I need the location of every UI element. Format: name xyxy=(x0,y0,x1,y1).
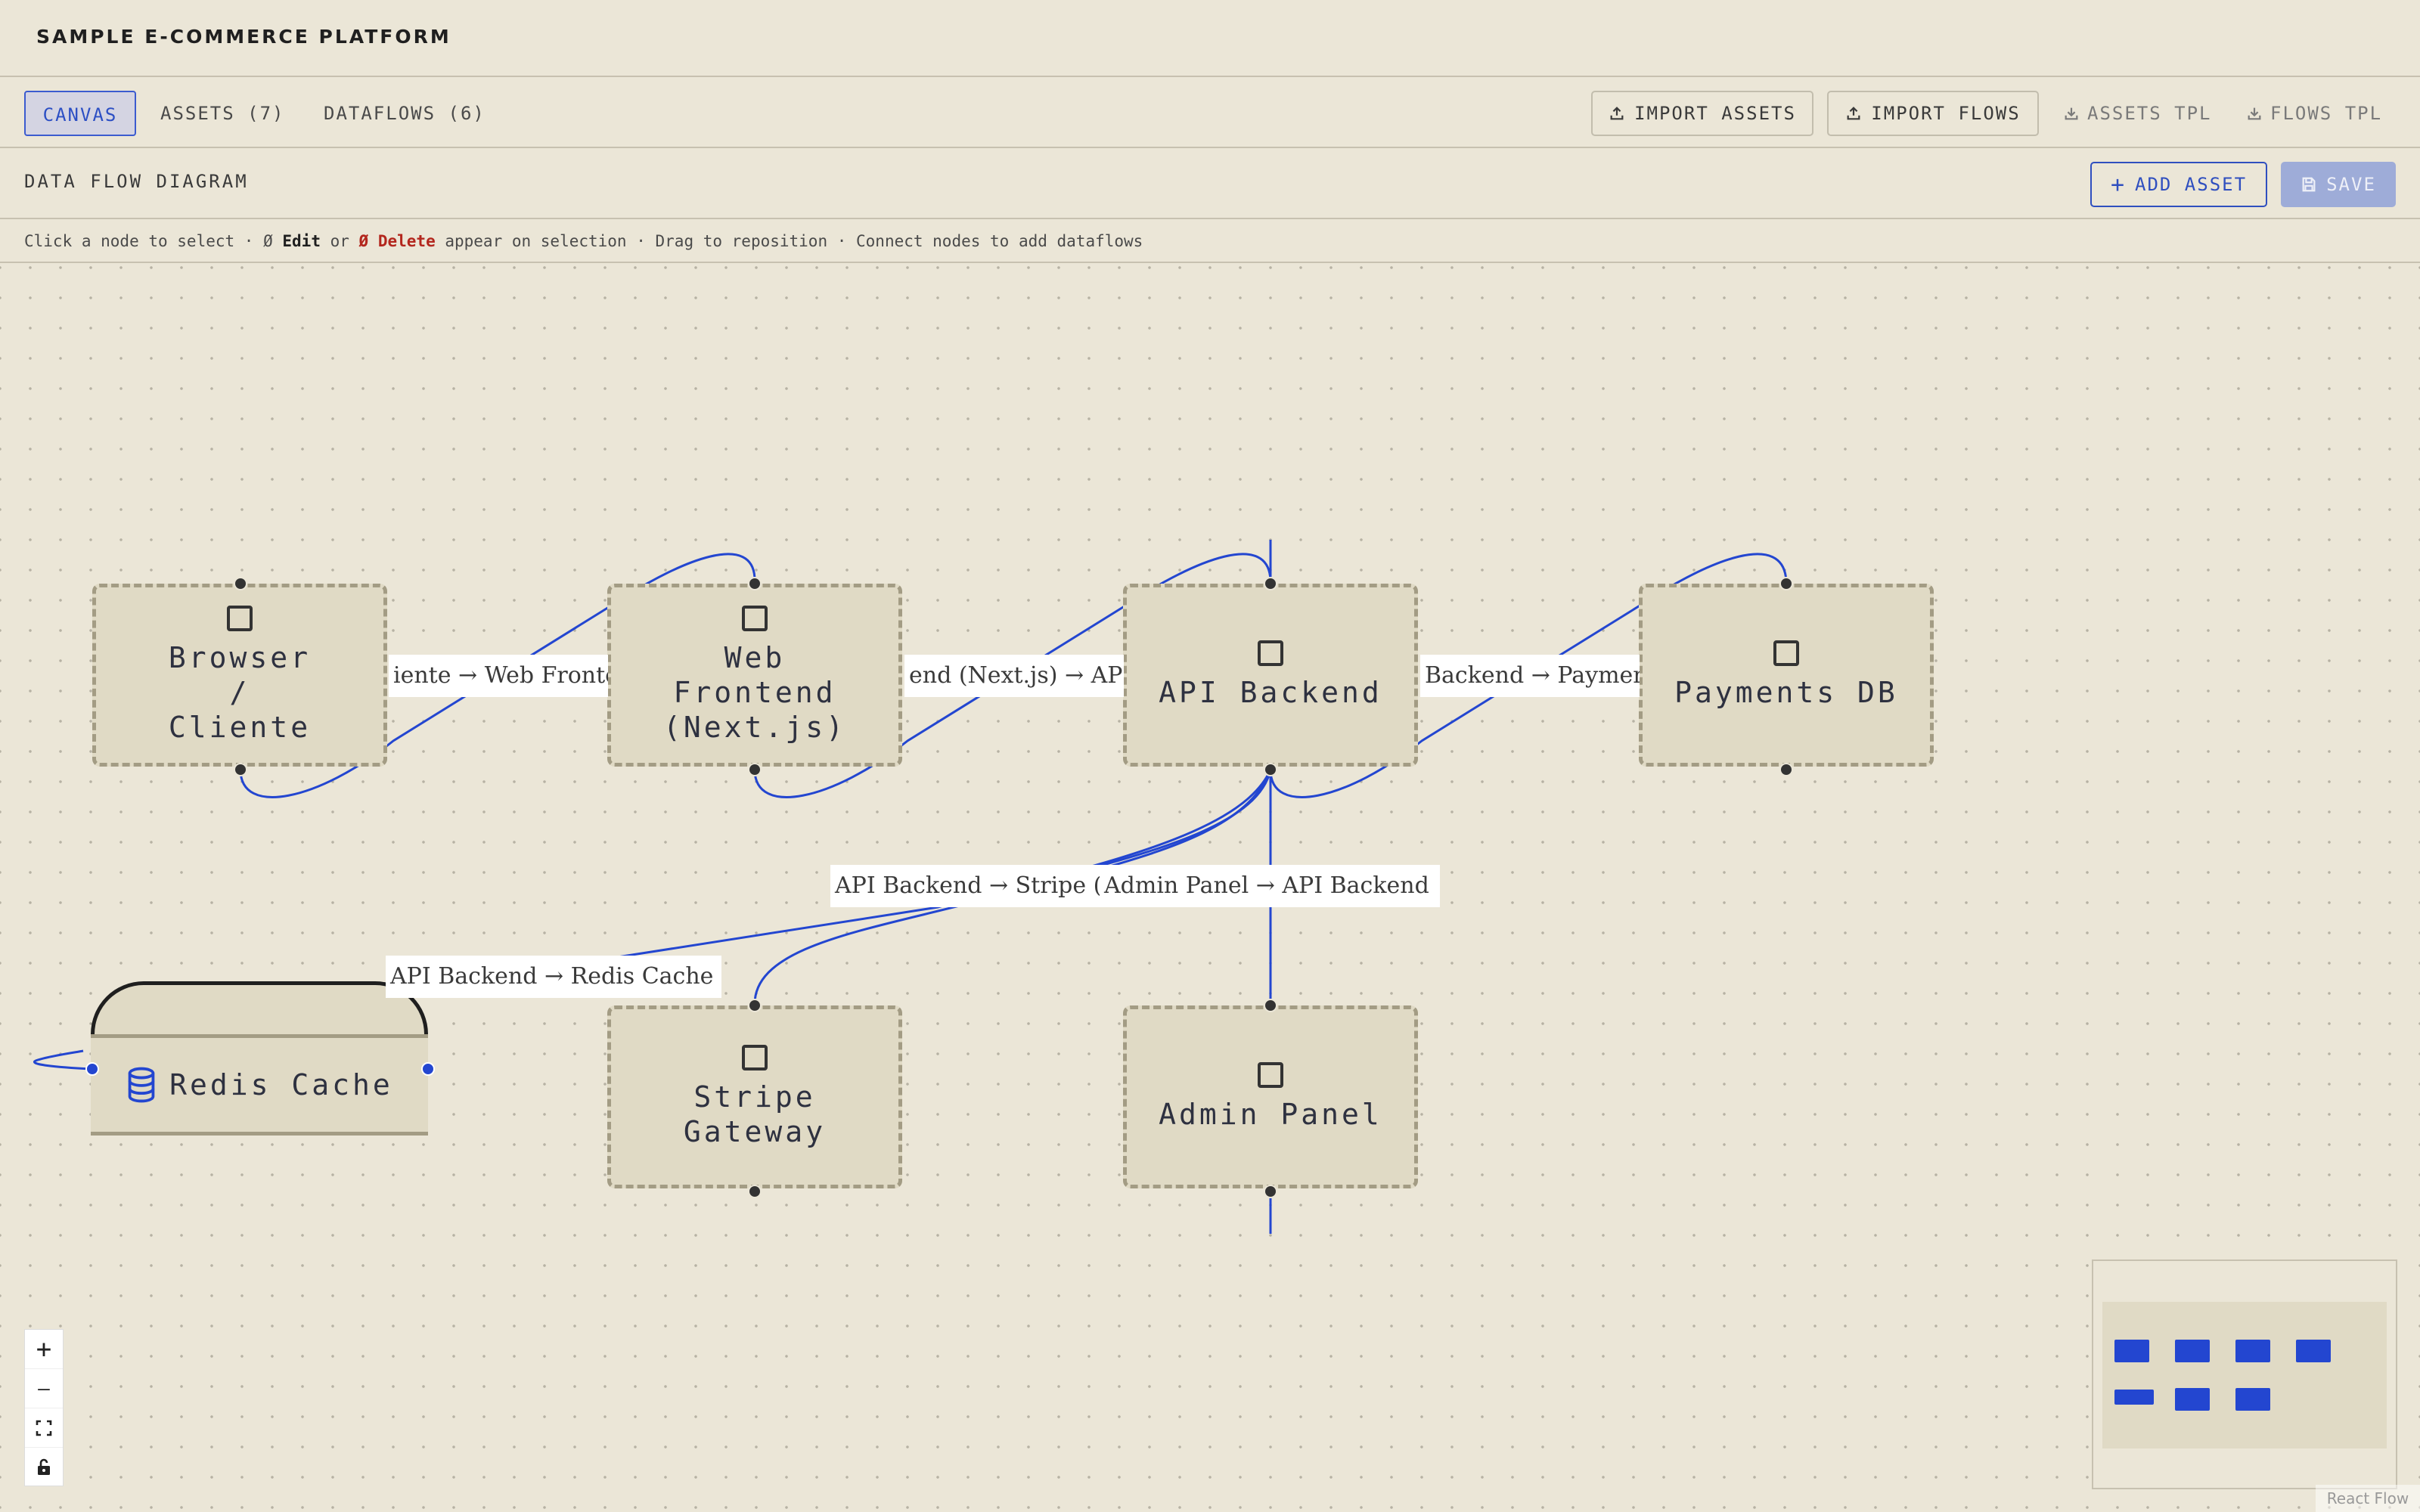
edge-label-api-redis[interactable]: API Backend → Redis Cache xyxy=(386,956,721,998)
handle-redis-right[interactable] xyxy=(421,1062,435,1076)
node-label: Admin Panel xyxy=(1159,1098,1382,1131)
hint-bar: Click a node to select · Ø Edit or Ø Del… xyxy=(0,219,2420,263)
import-flows-label: IMPORT FLOWS xyxy=(1871,103,2021,124)
handle-stripe-top[interactable] xyxy=(748,999,762,1012)
minimap-node xyxy=(2114,1340,2149,1362)
node-label: Browser / Cliente xyxy=(168,641,312,744)
square-icon xyxy=(1258,640,1283,666)
handle-web-top[interactable] xyxy=(748,577,762,590)
lock-button[interactable] xyxy=(25,1448,63,1487)
save-button[interactable]: SAVE xyxy=(2281,162,2396,207)
edge-label-admin-api[interactable]: Admin Panel → API Backend xyxy=(1100,865,1440,907)
hint-delete: Delete xyxy=(377,232,436,250)
node-browser[interactable]: Browser / Cliente xyxy=(92,584,387,767)
import-assets-button[interactable]: IMPORT ASSETS xyxy=(1591,91,1813,136)
section-header: DATA FLOW DIAGRAM + ADD ASSET SAVE xyxy=(0,148,2420,219)
hint-edit: Edit xyxy=(282,232,321,250)
upload-icon xyxy=(1610,107,1624,120)
tab-assets[interactable]: ASSETS (7) xyxy=(160,91,285,136)
handle-admin-top[interactable] xyxy=(1264,999,1277,1012)
save-label: SAVE xyxy=(2326,174,2376,195)
datastore-cap xyxy=(91,981,428,1034)
handle-redis-left[interactable] xyxy=(85,1062,99,1076)
tab-dataflows[interactable]: DATAFLOWS (6) xyxy=(324,91,486,136)
assets-template-label: ASSETS TPL xyxy=(2087,103,2212,124)
node-label: Payments DB xyxy=(1674,676,1898,709)
handle-payments-bottom[interactable] xyxy=(1779,763,1793,776)
edge-label-web-api[interactable]: end (Next.js) → AP xyxy=(904,655,1124,697)
square-icon xyxy=(742,1045,768,1070)
square-icon xyxy=(1773,640,1799,666)
add-asset-label: ADD ASSET xyxy=(2135,174,2248,195)
minimap-node xyxy=(2114,1390,2154,1405)
flows-template-button[interactable]: FLOWS TPL xyxy=(2246,91,2382,136)
node-label: API Backend xyxy=(1159,676,1382,709)
tab-bar: CANVAS ASSETS (7) DATAFLOWS (6) IMPORT A… xyxy=(0,77,2420,148)
handle-browser-top[interactable] xyxy=(234,577,247,590)
node-api-backend[interactable]: API Backend xyxy=(1123,584,1418,767)
node-web-frontend[interactable]: Web Frontend (Next.js) xyxy=(607,584,902,767)
edge-label-api-stripe[interactable]: API Backend → Stripe ( xyxy=(830,865,1107,907)
minimap-viewport xyxy=(2102,1302,2387,1448)
node-redis-cache[interactable]: Redis Cache xyxy=(91,981,428,1136)
delete-glyph: Ø xyxy=(358,232,369,250)
minimap-node xyxy=(2175,1388,2210,1411)
import-flows-button[interactable]: IMPORT FLOWS xyxy=(1827,91,2039,136)
handle-web-bottom[interactable] xyxy=(748,763,762,776)
download-icon xyxy=(2248,107,2261,120)
square-icon xyxy=(1258,1062,1283,1088)
edge-label-api-payments[interactable]: Backend → Payment xyxy=(1420,655,1640,697)
add-asset-button[interactable]: + ADD ASSET xyxy=(2090,162,2267,207)
edit-glyph: Ø xyxy=(263,232,273,250)
minimap[interactable] xyxy=(2092,1259,2397,1489)
datastore-body: Redis Cache xyxy=(91,1034,428,1136)
database-icon xyxy=(128,1067,155,1103)
flows-template-label: FLOWS TPL xyxy=(2270,103,2383,124)
assets-template-button[interactable]: ASSETS TPL xyxy=(2063,91,2212,136)
fit-view-icon xyxy=(36,1420,52,1436)
node-label: Redis Cache xyxy=(169,1068,393,1101)
node-label: Web Frontend (Next.js) xyxy=(663,641,846,744)
minimap-node xyxy=(2175,1340,2210,1362)
plus-icon: + xyxy=(2110,171,2126,198)
node-stripe-gateway[interactable]: Stripe Gateway xyxy=(607,1005,902,1188)
upload-icon xyxy=(1847,107,1860,120)
node-admin-panel[interactable]: Admin Panel xyxy=(1123,1005,1418,1188)
node-payments-db[interactable]: Payments DB xyxy=(1639,584,1934,767)
square-icon xyxy=(742,606,768,631)
fit-view-button[interactable] xyxy=(25,1408,63,1448)
download-icon xyxy=(2065,107,2078,120)
handle-stripe-bottom[interactable] xyxy=(748,1185,762,1198)
handle-browser-bottom[interactable] xyxy=(234,763,247,776)
save-icon xyxy=(2302,177,2316,192)
hint-text-2: appear on selection · Drag to reposition… xyxy=(435,232,1143,250)
page-title: DATA FLOW DIAGRAM xyxy=(24,171,249,192)
react-flow-attribution[interactable]: React Flow xyxy=(2316,1485,2420,1512)
node-label: Stripe Gateway xyxy=(683,1080,827,1148)
zoom-out-button[interactable]: — xyxy=(25,1369,63,1408)
handle-admin-bottom[interactable] xyxy=(1264,1185,1277,1198)
app-header: SAMPLE E-COMMERCE PLATFORM xyxy=(0,0,2420,77)
zoom-in-button[interactable]: + xyxy=(25,1330,63,1369)
hint-or: or xyxy=(320,232,359,250)
handle-api-top[interactable] xyxy=(1264,577,1277,590)
minimap-node xyxy=(2296,1340,2331,1362)
zoom-controls: + — xyxy=(24,1329,64,1486)
minimap-node xyxy=(2235,1340,2270,1362)
import-assets-label: IMPORT ASSETS xyxy=(1634,103,1796,124)
app-title: SAMPLE E-COMMERCE PLATFORM xyxy=(36,26,451,48)
edge-label-browser-web[interactable]: iente → Web Fronte xyxy=(389,655,608,697)
lock-icon xyxy=(38,1458,50,1475)
handle-api-bottom[interactable] xyxy=(1264,763,1277,776)
hint-text-1: Click a node to select · xyxy=(24,232,264,250)
tab-canvas[interactable]: CANVAS xyxy=(24,91,136,136)
handle-payments-top[interactable] xyxy=(1779,577,1793,590)
square-icon xyxy=(227,606,253,631)
minimap-node xyxy=(2235,1388,2270,1411)
